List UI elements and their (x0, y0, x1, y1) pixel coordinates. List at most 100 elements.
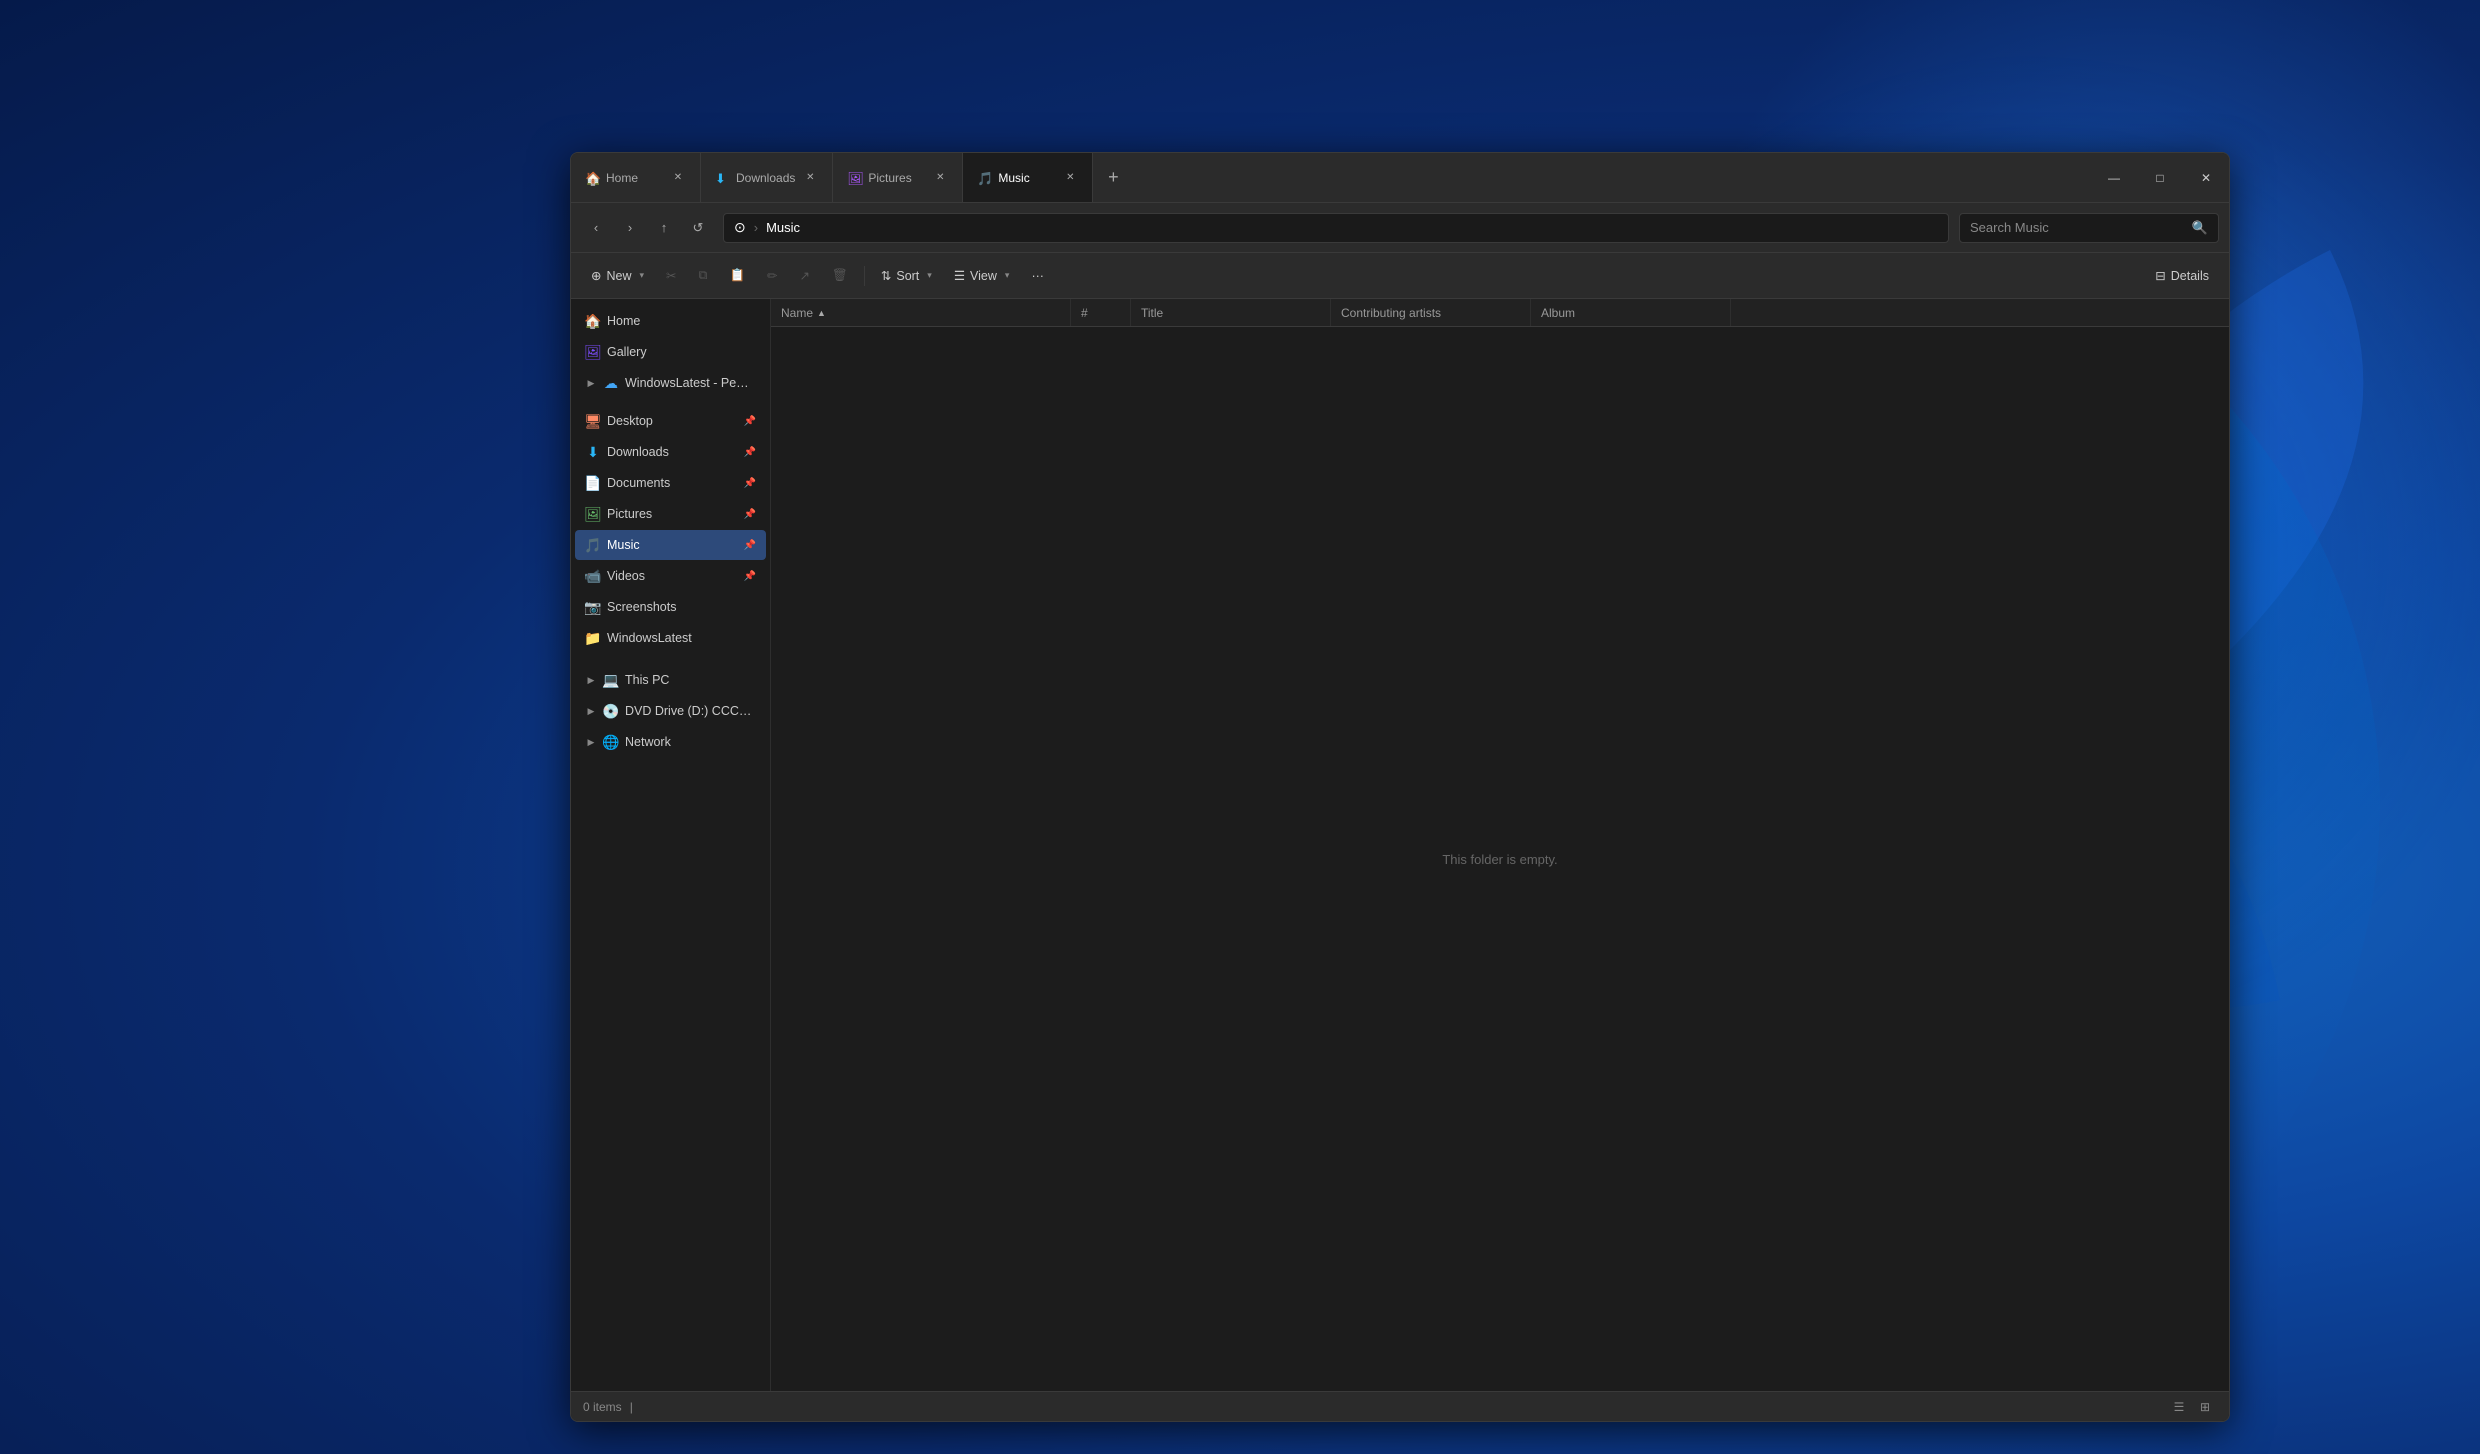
sidebar-item-pictures[interactable]: 🖼 Pictures 📌 (575, 499, 766, 529)
minimize-button[interactable]: — (2091, 153, 2137, 203)
sidebar-item-home[interactable]: 🏠 Home (575, 306, 766, 336)
sidebar-item-gallery[interactable]: 🖼 Gallery (575, 337, 766, 367)
sort-button[interactable]: ⇅ Sort ▾ (871, 260, 942, 292)
status-tiles-view-btn[interactable]: ⊞ (2193, 1396, 2217, 1418)
address-bar[interactable]: ⊙ › Music (723, 213, 1949, 243)
paste-icon: 📋 (729, 268, 745, 283)
navigation-bar: ‹ › ↑ ↺ ⊙ › Music Search Music 🔍 (571, 203, 2229, 253)
tab-home-label: Home (606, 171, 663, 185)
thispc-icon: 💻 (603, 672, 619, 688)
sort-chevron-icon: ▾ (927, 270, 932, 281)
tab-home-close[interactable]: ✕ (670, 170, 686, 186)
address-separator: › (754, 220, 758, 235)
view-button[interactable]: ☰ View ▾ (944, 260, 1020, 292)
delete-button[interactable]: 🗑 (822, 260, 858, 292)
col-header-album[interactable]: Album (1531, 299, 1731, 326)
sidebar-item-documents[interactable]: 📄 Documents 📌 (575, 468, 766, 498)
details-button[interactable]: ⊟ Details (2145, 260, 2219, 292)
sidebar-item-music[interactable]: 🎵 Music 📌 (575, 530, 766, 560)
sidebar-item-windowslatest[interactable]: 📁 WindowsLatest (575, 623, 766, 653)
up-icon: ↑ (661, 220, 668, 235)
sidebar-item-dvd[interactable]: ▶ 💿 DVD Drive (D:) CCC… (575, 696, 766, 726)
view-icon: ☰ (954, 268, 965, 283)
tab-music-label: Music (998, 171, 1055, 185)
up-button[interactable]: ↑ (649, 213, 679, 243)
col-header-num[interactable]: # (1071, 299, 1131, 326)
home-icon: 🏠 (585, 313, 601, 329)
sidebar-item-desktop[interactable]: 🖥 Desktop 📌 (575, 406, 766, 436)
sidebar: 🏠 Home 🖼 Gallery ▶ ☁ WindowsLatest - Pe…… (571, 299, 771, 1391)
forward-button[interactable]: › (615, 213, 645, 243)
empty-folder-message: This folder is empty. (1442, 852, 1557, 867)
toolbar-separator (864, 266, 865, 286)
more-icon: ··· (1031, 269, 1044, 283)
refresh-button[interactable]: ↺ (683, 213, 713, 243)
status-item-count: 0 items (583, 1400, 622, 1414)
content-area: 🏠 Home 🖼 Gallery ▶ ☁ WindowsLatest - Pe…… (571, 299, 2229, 1391)
videos-icon: 📹 (585, 568, 601, 584)
tab-downloads-label: Downloads (736, 171, 795, 185)
downloads-icon: ⬇ (585, 444, 601, 460)
maximize-button[interactable]: □ (2137, 153, 2183, 203)
windowslatest-folder-icon: 📁 (585, 630, 601, 646)
tab-pictures[interactable]: 🖼 Pictures ✕ (833, 153, 963, 202)
status-view-buttons: ☰ ⊞ (2167, 1396, 2217, 1418)
share-icon: ↗ (800, 268, 810, 283)
network-icon: 🌐 (603, 734, 619, 750)
sidebar-item-desktop-label: Desktop (607, 414, 653, 428)
tab-downloads-close[interactable]: ✕ (802, 170, 818, 186)
more-button[interactable]: ··· (1021, 260, 1054, 292)
search-bar[interactable]: Search Music 🔍 (1959, 213, 2219, 243)
view-chevron-icon: ▾ (1005, 270, 1010, 281)
rename-button[interactable]: ✏ (757, 260, 787, 292)
delete-icon: 🗑 (832, 268, 848, 283)
tab-downloads[interactable]: ⬇ Downloads ✕ (701, 153, 833, 202)
tab-home[interactable]: 🏠 Home ✕ (571, 153, 701, 202)
cut-button[interactable]: ✂ (656, 260, 686, 292)
documents-pin-icon: 📌 (744, 478, 756, 489)
pin-icon: 📌 (744, 416, 756, 427)
col-header-name[interactable]: Name ▲ (771, 299, 1071, 326)
tab-music-close[interactable]: ✕ (1062, 170, 1078, 186)
new-chevron-icon: ▾ (640, 270, 645, 281)
sidebar-item-videos-label: Videos (607, 569, 645, 583)
cloud-icon: ☁ (603, 375, 619, 391)
toolbar: ⊕ New ▾ ✂ ⧉ 📋 ✏ ↗ 🗑 ⇅ Sort ▾ ☰ (571, 253, 2229, 299)
pictures-icon: 🖼 (585, 506, 601, 522)
share-button[interactable]: ↗ (790, 260, 820, 292)
new-button[interactable]: ⊕ New ▾ (581, 260, 654, 292)
sidebar-divider (571, 399, 770, 405)
col-artists-label: Contributing artists (1341, 306, 1441, 320)
thispc-expand-icon: ▶ (585, 674, 597, 686)
sidebar-item-videos[interactable]: 📹 Videos 📌 (575, 561, 766, 591)
sidebar-item-music-label: Music (607, 538, 640, 552)
details-view-icon: ☰ (2174, 1400, 2185, 1414)
tiles-view-icon: ⊞ (2200, 1400, 2210, 1414)
sidebar-item-downloads[interactable]: ⬇ Downloads 📌 (575, 437, 766, 467)
back-button[interactable]: ‹ (581, 213, 611, 243)
sidebar-item-network-label: Network (625, 735, 671, 749)
sidebar-item-windowslatest-cloud[interactable]: ▶ ☁ WindowsLatest - Pe… (575, 368, 766, 398)
sidebar-item-thispc[interactable]: ▶ 💻 This PC (575, 665, 766, 695)
status-details-view-btn[interactable]: ☰ (2167, 1396, 2191, 1418)
tab-pictures-close[interactable]: ✕ (932, 170, 948, 186)
view-label: View (970, 269, 997, 283)
new-tab-button[interactable]: + (1093, 153, 1133, 202)
col-header-title[interactable]: Title (1131, 299, 1331, 326)
videos-pin-icon: 📌 (744, 571, 756, 582)
col-title-label: Title (1141, 306, 1163, 320)
tab-music[interactable]: 🎵 Music ✕ (963, 153, 1093, 202)
music-icon: 🎵 (585, 537, 601, 553)
copy-button[interactable]: ⧉ (689, 260, 718, 292)
search-icon: 🔍 (2192, 220, 2208, 236)
close-button[interactable]: ✕ (2183, 153, 2229, 203)
file-explorer-window: 🏠 Home ✕ ⬇ Downloads ✕ 🖼 Pictures ✕ 🎵 Mu… (570, 152, 2230, 1422)
tab-pictures-label: Pictures (868, 171, 925, 185)
sidebar-item-documents-label: Documents (607, 476, 670, 490)
sidebar-item-screenshots[interactable]: 📷 Screenshots (575, 592, 766, 622)
col-header-artists[interactable]: Contributing artists (1331, 299, 1531, 326)
sidebar-item-network[interactable]: ▶ 🌐 Network (575, 727, 766, 757)
paste-button[interactable]: 📋 (719, 260, 755, 292)
sidebar-item-windowslatest-label: WindowsLatest (607, 631, 692, 645)
sort-label: Sort (896, 269, 919, 283)
